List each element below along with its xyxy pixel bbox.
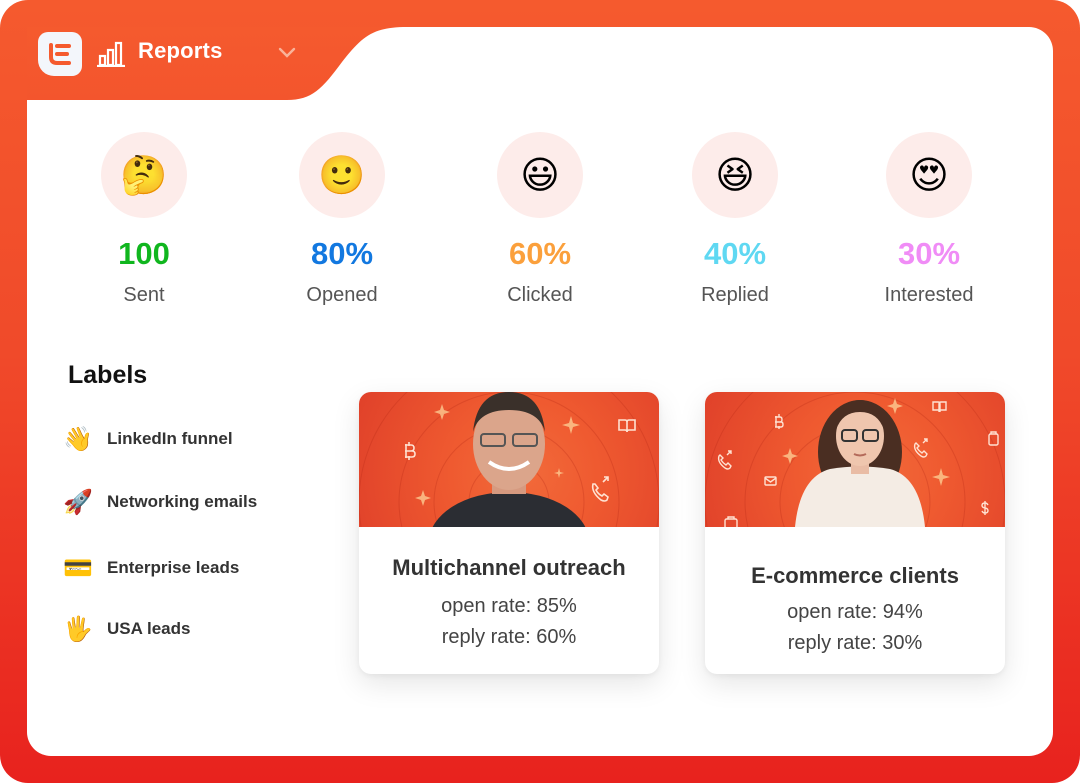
phone-outgoing-icon <box>591 476 609 502</box>
mail-icon <box>764 476 777 486</box>
stat-value: 40% <box>703 236 767 271</box>
briefcase-icon <box>724 516 738 527</box>
label-item-text: LinkedIn funnel <box>107 429 233 448</box>
stat-interested: 😍 30% Interested <box>829 132 1029 307</box>
waving-hand-icon: 👋 <box>63 425 93 453</box>
campaign-name: Multichannel outreach <box>392 555 626 580</box>
stats-row: 🤔 100 Sent 🙂 80% Opened 😃 60% Clicked 😆 … <box>44 132 1034 322</box>
dollar-icon <box>981 501 989 515</box>
label-item-text: Networking emails <box>107 492 258 511</box>
book-icon <box>932 401 947 413</box>
campaign-open-rate: open rate: 85% <box>441 595 577 617</box>
campaign-reply-rate: reply rate: 30% <box>787 632 923 654</box>
campaign-open-rate: open rate: 94% <box>787 601 923 623</box>
stat-label: Replied <box>701 284 769 306</box>
campaign-card-e-commerce-clients[interactable]: E-commerce clients open rate: 94% reply … <box>705 392 1005 674</box>
book-icon <box>618 419 636 433</box>
stat-value: 30% <box>897 236 961 271</box>
label-item-networking-emails[interactable]: 🚀 Networking emails <box>63 490 257 514</box>
stat-replied: 😆 40% Replied <box>635 132 835 307</box>
logo-icon <box>49 43 71 65</box>
chevron-down-icon[interactable] <box>278 46 296 60</box>
person-photo <box>432 392 586 527</box>
campaign-reply-rate: reply rate: 60% <box>441 626 577 648</box>
stat-opened: 🙂 80% Opened <box>242 132 442 307</box>
campaign-body: E-commerce clients open rate: 94% reply … <box>705 527 1005 659</box>
stat-sent: 🤔 100 Sent <box>44 132 244 307</box>
page-title: Reports <box>138 38 223 63</box>
labels-heading: Labels <box>68 361 148 389</box>
stat-clicked: 😃 60% Clicked <box>440 132 640 307</box>
thinking-face-icon: 🤔 <box>101 132 187 218</box>
stat-label: Sent <box>123 284 165 306</box>
stat-value: 60% <box>508 236 572 271</box>
label-item-enterprise-leads[interactable]: 💳 Enterprise leads <box>63 556 239 580</box>
campaign-name: E-commerce clients <box>751 563 959 588</box>
grinning-face-icon: 😃 <box>497 132 583 218</box>
campaign-banner <box>359 392 659 527</box>
label-item-text: USA leads <box>107 619 191 638</box>
app-logo[interactable] <box>38 32 82 76</box>
credit-card-icon: 💳 <box>63 554 93 582</box>
stat-value: 100 <box>118 236 170 271</box>
label-item-linkedin-funnel[interactable]: 👋 LinkedIn funnel <box>63 427 233 451</box>
rocket-icon: 🚀 <box>63 488 93 516</box>
bitcoin-icon <box>405 442 416 460</box>
stat-value: 80% <box>310 236 374 271</box>
person-photo <box>795 400 925 527</box>
bar-chart-icon <box>97 41 125 67</box>
label-item-text: Enterprise leads <box>107 558 240 577</box>
campaign-banner <box>705 392 1005 527</box>
slightly-smiling-face-icon: 🙂 <box>299 132 385 218</box>
laughing-face-icon: 😆 <box>692 132 778 218</box>
campaign-card-multichannel-outreach[interactable]: Multichannel outreach open rate: 85% rep… <box>359 392 659 674</box>
bitcoin-icon <box>775 414 784 429</box>
stat-label: Opened <box>306 284 378 306</box>
header-tab-shape <box>27 27 447 100</box>
stat-label: Interested <box>884 284 974 306</box>
stat-label: Clicked <box>507 284 573 306</box>
raised-hand-icon: 🖐 <box>63 615 93 643</box>
label-item-usa-leads[interactable]: 🖐 USA leads <box>63 617 190 641</box>
heart-eyes-face-icon: 😍 <box>886 132 972 218</box>
campaign-body: Multichannel outreach open rate: 85% rep… <box>359 527 659 653</box>
